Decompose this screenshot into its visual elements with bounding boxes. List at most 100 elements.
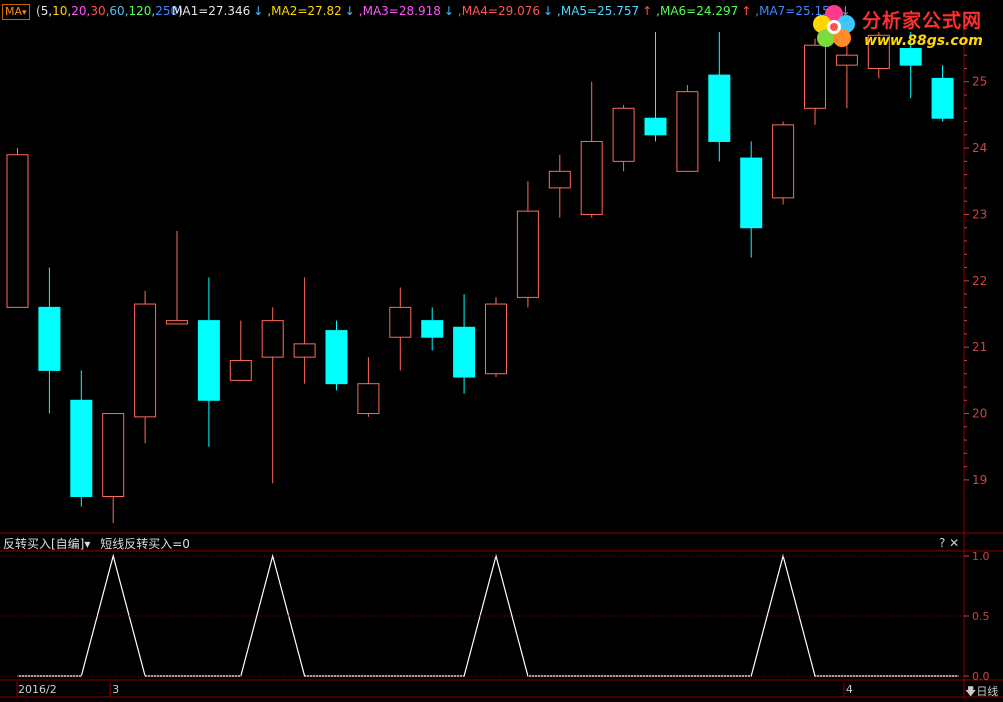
candle	[580, 81, 603, 218]
price-tick-label: 23	[972, 207, 987, 221]
candle-series[interactable]	[6, 31, 954, 524]
ma-value-2: ,MA2=27.82	[267, 4, 342, 18]
candle	[612, 104, 635, 172]
ma-selector-button[interactable]: MA▾	[2, 4, 30, 20]
candle	[485, 297, 507, 378]
candle-body	[612, 107, 635, 162]
indicator-title[interactable]: 反转买入[自编]▾	[3, 537, 90, 551]
candle	[772, 121, 795, 205]
candle-body	[6, 154, 29, 308]
candle-body	[740, 157, 763, 229]
ma-param-3: 30,	[90, 4, 110, 18]
candle	[548, 154, 571, 218]
ma-param-5: 120,	[128, 4, 156, 18]
candle	[357, 357, 380, 417]
candle-body	[804, 44, 826, 109]
indicator-axis: 0.0 0.5 1.0	[0, 550, 990, 683]
candle	[261, 307, 284, 484]
flower-logo-icon	[813, 5, 855, 47]
candle-body	[389, 306, 412, 338]
candle	[708, 31, 731, 162]
period-selector[interactable]: 🡇日线	[965, 683, 998, 702]
indicator-tick-label: 0.0	[972, 670, 990, 683]
site-logo: 分析家公式网 www.88gs.com	[806, 0, 1003, 52]
candle-body	[134, 303, 157, 418]
price-tick-label: 24	[972, 141, 987, 155]
price-axis: 19 20 21 22 23 24 25	[964, 28, 987, 487]
ma-param-0: 5,	[40, 4, 53, 18]
candle-body	[644, 117, 667, 136]
candle	[453, 294, 476, 394]
date-label: 4	[845, 683, 853, 696]
arrow-down-icon: ↓	[542, 4, 554, 18]
logo-url[interactable]: www.88gs.com	[864, 33, 983, 49]
candle	[389, 287, 412, 371]
candle-body	[197, 320, 220, 401]
candle-body	[516, 210, 539, 298]
ma-param-1: 10,	[52, 4, 72, 18]
ma-value-1: MA1=27.346	[172, 4, 251, 18]
candle-body	[453, 326, 476, 378]
ma-values: MA1=27.346 ↓ ,MA2=27.82 ↓ ,MA3=28.918 ↓ ,MA4=2…	[172, 0, 854, 22]
indicator-tick-label: 0.5	[972, 610, 990, 623]
price-tick-label: 25	[972, 75, 987, 89]
candle-body	[229, 359, 252, 381]
indicator-buttons[interactable]: ? ✕	[939, 536, 959, 550]
candle	[102, 413, 125, 524]
price-tick-label: 20	[972, 407, 987, 421]
candle	[644, 31, 667, 142]
price-tick-label: 19	[972, 473, 987, 487]
candle	[134, 290, 157, 444]
candle	[197, 277, 220, 447]
ma-header: MA▾ (5,10,20,30,60,120,250) MA1=27.346 ↓,…	[0, 0, 850, 22]
chevron-down-icon: ▾	[22, 8, 27, 18]
params-list: 5,10,20,30,60,120,250	[41, 0, 178, 22]
price-tick-label: 22	[972, 274, 987, 288]
candle	[38, 267, 61, 414]
candle-body	[293, 343, 316, 358]
period-label: 日线	[976, 685, 999, 698]
candle	[740, 141, 763, 258]
candle-body	[580, 140, 603, 215]
candle-body	[261, 320, 284, 358]
indicator-tick-label: 1.0	[972, 550, 990, 563]
candle-body	[70, 399, 93, 498]
candlestick-chart: 19 20 21 22 23 24 25 0.0 0.5 1.0	[0, 22, 1003, 699]
ma-param-4: 60,	[109, 4, 129, 18]
ma-value-3: ,MA3=28.918	[358, 4, 441, 18]
candle	[70, 370, 93, 507]
indicator-series[interactable]	[17, 553, 959, 677]
ma-param-2: 20,	[71, 4, 91, 18]
candle-body	[325, 330, 348, 385]
price-tick-label: 21	[972, 340, 987, 354]
candle-body	[835, 54, 858, 66]
logo-name: 分析家公式网	[862, 10, 983, 32]
indicator-signal-line	[17, 553, 959, 677]
candle-body	[421, 320, 444, 338]
candle	[516, 181, 539, 308]
arrow-up-icon: ↑	[741, 4, 752, 18]
candle-body	[772, 124, 795, 199]
arrow-down-icon: ↓	[253, 4, 264, 18]
ma-value-4: ,MA4=29.076	[457, 4, 540, 18]
candle-body	[548, 170, 571, 189]
candle-body	[38, 306, 61, 371]
candle	[229, 320, 252, 381]
candle-body	[708, 74, 731, 142]
arrow-down-icon: 🡇	[965, 685, 977, 698]
indicator-formula: 短线反转买入=0	[100, 537, 190, 551]
candle	[676, 85, 699, 172]
ma-params: (5,10,20,30,60,120,250)	[36, 0, 183, 22]
candle	[293, 277, 316, 384]
arrow-down-icon: ↓	[344, 4, 355, 18]
ma-button-label: MA	[5, 5, 23, 18]
arrow-down-icon: ↓	[443, 4, 454, 18]
candle	[421, 307, 444, 351]
ma-value-5: ,MA5=25.757	[557, 4, 640, 18]
candle-body	[102, 413, 125, 497]
date-label: 3	[112, 683, 120, 696]
candle-body	[357, 383, 380, 415]
candle	[325, 320, 348, 391]
candle	[6, 148, 29, 308]
candle-body	[485, 303, 507, 375]
